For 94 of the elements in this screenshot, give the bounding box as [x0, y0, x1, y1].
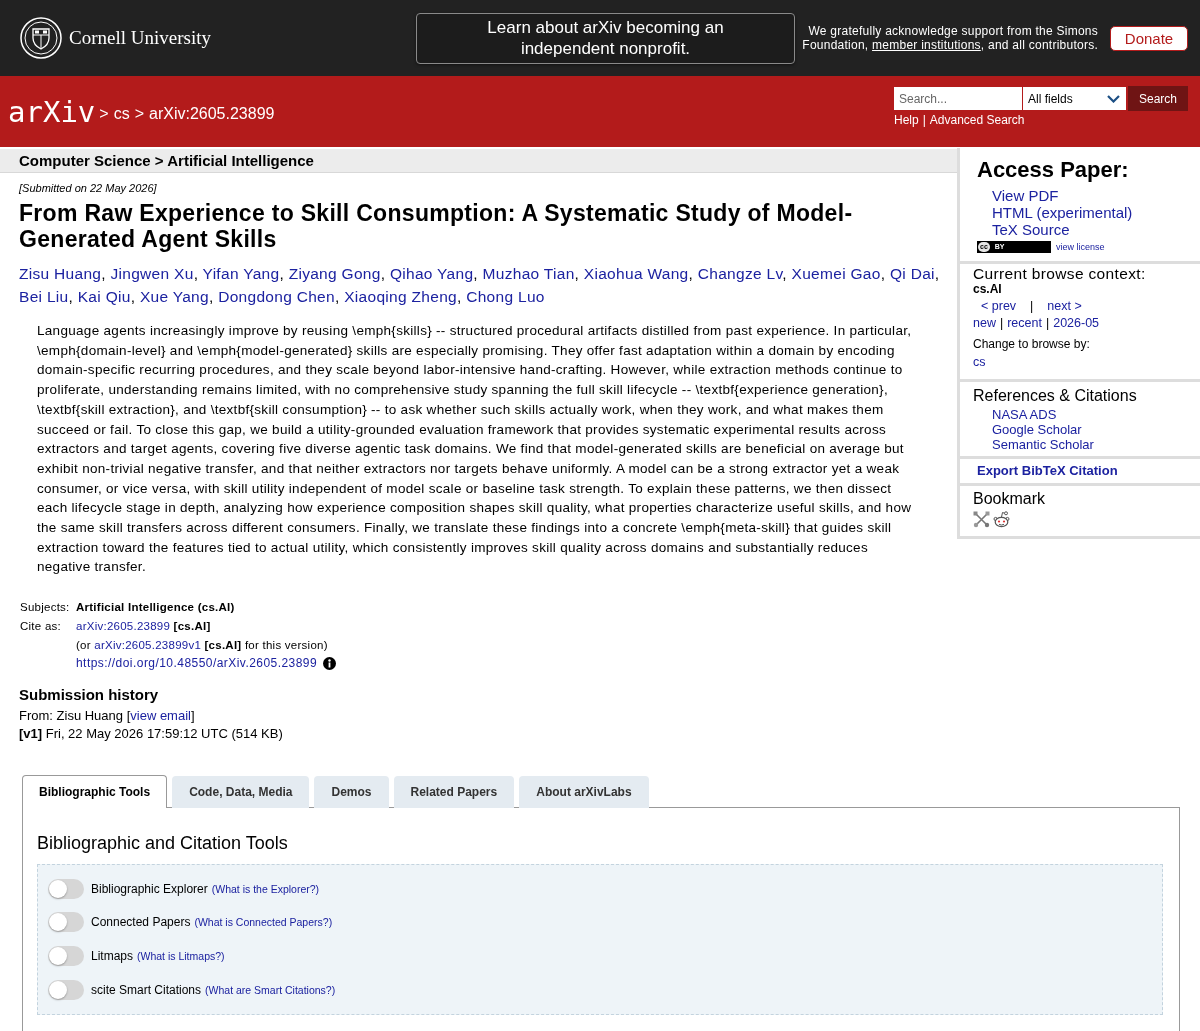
crossed-tools-icon[interactable]	[973, 510, 990, 528]
version-link[interactable]: arXiv:2605.23899v1	[94, 638, 202, 651]
member-institutions-link[interactable]: member institutions	[872, 38, 981, 52]
author-link[interactable]: Bei Liu,	[19, 288, 74, 305]
author-link[interactable]: Chong Luo	[466, 288, 545, 305]
link-separator: |	[1030, 298, 1034, 314]
author-link[interactable]: Muzhao Tian,	[482, 265, 580, 282]
chevron-down-icon	[1107, 94, 1120, 103]
toggle-switch[interactable]	[48, 946, 84, 967]
browse-category-link[interactable]: cs	[973, 355, 986, 369]
citation-service-link[interactable]: NASA ADS	[992, 407, 1057, 422]
browse-context: cs.AI	[973, 282, 1003, 297]
author-link[interactable]: Qihao Yang,	[389, 265, 478, 282]
labs-tab[interactable]: Code, Data, Media	[172, 775, 310, 808]
arxiv-id-link[interactable]: arXiv:2605.23899	[76, 619, 171, 632]
view-license-link[interactable]: view license	[1056, 242, 1105, 252]
labs-tab[interactable]: About arXivLabs	[519, 775, 649, 808]
access-paper-heading: Access Paper:	[977, 158, 1130, 182]
toggle-switch[interactable]	[48, 912, 84, 933]
link-separator: |	[1045, 315, 1050, 332]
version-entry: [v1] Fri, 22 May 2026 17:59:12 UTC (514 KB)	[19, 724, 284, 743]
browse-context-heading: Current browse context:	[973, 264, 1147, 282]
subjects-label: Subjects:	[20, 600, 71, 616]
author-link[interactable]: Jingwen Xu,	[110, 265, 199, 282]
tool-info-link[interactable]: (What is Litmaps?)	[137, 950, 225, 963]
toggle-switch[interactable]	[48, 878, 84, 899]
references-heading: References & Citations	[973, 386, 1138, 405]
announcement-banner[interactable]: Learn about arXiv becoming an independent nonprofit.	[416, 12, 795, 64]
category-heading: Computer Science > Artificial Intelligence	[0, 149, 957, 173]
field-select[interactable]: All fields	[1023, 87, 1126, 110]
citation-service-link[interactable]: Google Scholar	[992, 422, 1082, 437]
tool-info-link[interactable]: (What is the Explorer?)	[211, 882, 320, 895]
bookmark-heading: Bookmark	[973, 489, 1047, 508]
panel-heading: Bibliographic and Citation Tools	[37, 831, 289, 855]
cite-as-label: Cite as:	[20, 618, 62, 634]
donate-button[interactable]: Donate	[1110, 25, 1188, 51]
link-separator: |	[922, 113, 926, 127]
category-code: [cs.AI]	[173, 619, 211, 632]
format-link[interactable]: View PDF	[992, 187, 1059, 204]
author-link[interactable]: Ziyang Gong,	[288, 265, 386, 282]
submitter-text: From: Zisu Huang [view email]	[19, 706, 196, 725]
format-link[interactable]: HTML (experimental)	[992, 204, 1133, 221]
breadcrumb-separator: >	[134, 104, 144, 123]
labs-tab[interactable]: Related Papers	[393, 775, 515, 808]
link-separator: |	[999, 315, 1004, 332]
view-email-link[interactable]: view email	[130, 707, 191, 723]
labs-tab[interactable]: Demos	[314, 775, 389, 808]
tool-info-link[interactable]: (What are Smart Citations?)	[205, 983, 336, 996]
acknowledgement-text: We gratefully acknowledge support from the Simons Foundation, member institutions, and all contributors.	[802, 24, 1098, 52]
info-icon[interactable]	[323, 657, 337, 671]
author-link[interactable]: Changze Lv,	[697, 265, 787, 282]
doi-link[interactable]: https://doi.org/10.48550/arXiv.2605.23899	[76, 654, 318, 673]
author-link[interactable]: Xue Yang,	[139, 288, 214, 305]
tool-label: scite Smart Citations	[91, 982, 202, 997]
listing-link[interactable]: new	[973, 314, 996, 332]
tool-label: Litmaps	[91, 949, 134, 964]
change-browse-label: Change to browse by:	[973, 336, 1091, 352]
search-field[interactable]: Search...	[894, 87, 1022, 110]
search-button[interactable]: Search	[1128, 86, 1188, 111]
author-link[interactable]: Xuemei Gao,	[791, 265, 886, 282]
submission-history-heading: Submission history	[19, 684, 160, 705]
listing-link[interactable]: 2026-05	[1053, 314, 1100, 332]
export-bibtex-link[interactable]: Export BibTeX Citation	[977, 463, 1118, 478]
author-link[interactable]: Yifan Yang,	[202, 265, 284, 282]
citation-service-link[interactable]: Semantic Scholar	[992, 437, 1094, 452]
author-link[interactable]: Xiaoqing Zheng,	[344, 288, 462, 305]
abstract-text: Language agents increasingly improve by reusing \emph{skills} -- structured procedural artifacts distilled from past experience. In particular, \emph{domain-level} and \emph{model-generated} skills are especially promising. They offer fast adaptation within a domain by encoding domain-specific recurring procedures, and they scale beyond labor-intensive hand-crafting. However, while extraction methods continue to proliferate, understanding remains limited, with no comprehensive study spanning the full skill lifecycle -- \textbf{experience generation}, \textbf{skill extraction}, and \textbf{skill consumption} -- to ask whether such skills actually work, when they work, and what makes them succeed or fail. To close this gap, we build a utility-grounded evaluation framework that provides systematic experimental results across extractors and target agents, covering five diverse agentic task domains. We find that model-generated skills are beneficial on average but exhibit non-trivial negative transfer, and that neither extractors nor targets behave uniformly. A model can be a strong extractor yet a weak consumer, or vice versa, with skill utility independent of model scale or baseline task strength. To explain these patterns, we then dissect each lifecycle stage in depth, analyzing how experience composition shapes skill quality, what properties characterize useful skills, and how the same skill transfers across different consumers. Finally, we translate these findings into a concrete \emph{meta-skill} that guides skill extraction toward the features tied to actual utility, which consistently improves skill quality across domains and substantially reduces negative transfer.	[37, 322, 913, 577]
tool-info-link[interactable]: (What is Connected Papers?)	[194, 916, 333, 929]
format-link[interactable]: TeX Source	[992, 221, 1070, 238]
site-logo[interactable]: arXiv	[8, 94, 96, 129]
university-seal-icon[interactable]	[20, 17, 62, 59]
header-link[interactable]: Help	[894, 113, 919, 127]
author-link[interactable]: Kai Qiu,	[77, 288, 136, 305]
paper-title: From Raw Experience to Skill Consumption: A Systematic Study of Model-Generated Agent Skills	[19, 200, 854, 252]
breadcrumb-link[interactable]: arXiv:2605.23899	[149, 104, 275, 123]
tool-label: Connected Papers	[91, 915, 191, 930]
breadcrumb-link[interactable]: cs	[113, 104, 130, 123]
header-link[interactable]: Advanced Search	[929, 113, 1025, 127]
alien-head-icon[interactable]	[993, 510, 1010, 528]
listing-link[interactable]: recent	[1007, 314, 1042, 332]
submission-date: [Submitted on 22 May 2026]	[19, 181, 158, 195]
author-link[interactable]: Xiaohua Wang,	[583, 265, 694, 282]
prev-link[interactable]: < prev	[981, 298, 1017, 314]
author-link[interactable]: Dongdong Chen,	[218, 288, 340, 305]
toggle-switch[interactable]	[48, 979, 84, 1000]
breadcrumb-separator: >	[99, 104, 109, 123]
labs-tab[interactable]: Bibliographic Tools	[22, 774, 168, 808]
university-name[interactable]: Cornell University	[69, 27, 211, 49]
subjects-value: Artificial Intelligence (cs.AI)	[76, 600, 235, 616]
author-link[interactable]: Qi Dai,	[889, 265, 940, 282]
tool-label: Bibliographic Explorer	[91, 881, 208, 896]
author-link[interactable]: Zisu Huang,	[19, 265, 106, 282]
next-link[interactable]: next >	[1047, 298, 1082, 314]
version-note: (or arXiv:2605.23899v1 [cs.AI] for this version)	[76, 637, 328, 653]
